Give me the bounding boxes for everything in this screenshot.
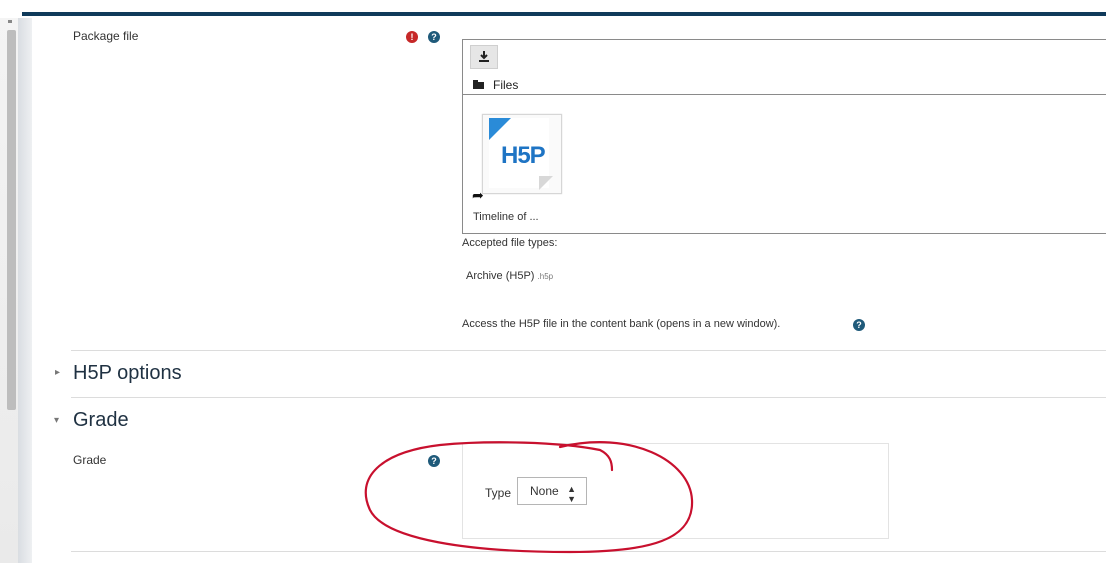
divider	[71, 551, 1106, 552]
archive-label: Archive (H5P)	[466, 270, 535, 282]
help-icon[interactable]: ?	[428, 455, 440, 467]
divider	[71, 397, 1106, 398]
top-bar-line	[22, 12, 1106, 16]
h5p-thumb-text: H5P	[501, 142, 546, 169]
help-icon[interactable]: ?	[853, 319, 865, 331]
accepted-types-label: Accepted file types:	[462, 237, 558, 249]
file-picker: Files H5P ➦ Timeline of ...	[462, 39, 1106, 234]
folder-label: Files	[493, 78, 519, 92]
accepted-type-item: Archive (H5P) .h5p	[466, 270, 553, 282]
help-icon[interactable]: ?	[428, 31, 440, 43]
file-thumbnail[interactable]: H5P	[482, 114, 562, 194]
h5p-file-icon: H5P	[489, 118, 553, 190]
select-arrows-icon: ▲ ▼	[567, 484, 576, 504]
grade-label: Grade	[73, 453, 107, 467]
archive-extension: .h5p	[537, 272, 554, 281]
grade-section[interactable]: Grade	[73, 409, 129, 432]
grade-fieldset: Type None ▲ ▼	[462, 443, 889, 539]
file-picker-toolbar: Files	[463, 40, 1106, 95]
caret-right-icon[interactable]: ▸	[55, 367, 60, 378]
required-icon: !	[406, 31, 418, 43]
download-button[interactable]	[470, 45, 498, 69]
folder-row[interactable]: Files	[473, 78, 518, 92]
content-bank-link[interactable]: Access the H5P file in the content bank …	[462, 318, 780, 330]
h5p-options-section[interactable]: H5P options	[73, 362, 182, 385]
package-file-label: Package file	[73, 29, 139, 43]
grade-type-select[interactable]: None ▲ ▼	[517, 477, 587, 505]
caret-down-icon[interactable]: ▾	[54, 415, 59, 426]
file-name[interactable]: Timeline of ...	[473, 211, 539, 223]
left-scrollbar[interactable]	[7, 30, 16, 410]
type-label: Type	[485, 486, 512, 500]
grade-type-value: None	[530, 484, 559, 498]
share-icon: ➦	[472, 187, 484, 203]
download-icon	[479, 51, 489, 62]
left-marker	[8, 20, 12, 23]
divider	[71, 350, 1106, 351]
folder-icon	[473, 80, 484, 90]
left-panel-strip	[18, 18, 32, 563]
